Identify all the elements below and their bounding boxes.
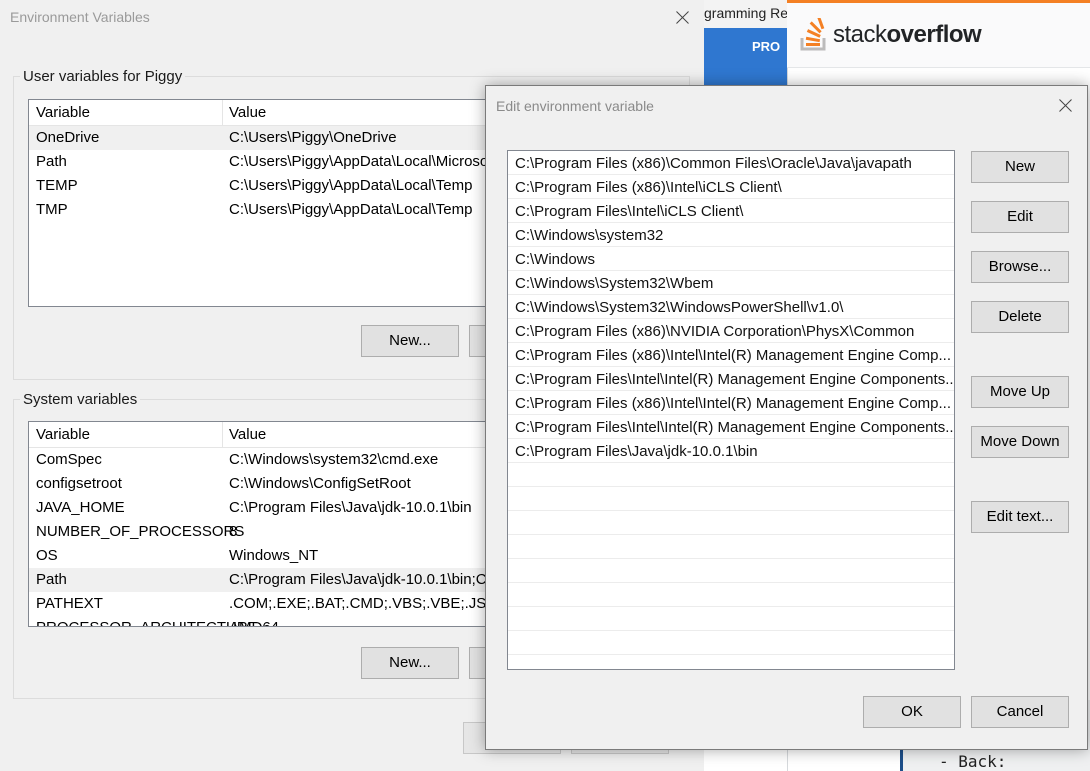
list-item[interactable]: C:\Program Files (x86)\Intel\Intel(R) Ma… bbox=[508, 343, 954, 367]
variable-name: TMP bbox=[36, 201, 68, 218]
column-divider[interactable] bbox=[222, 422, 223, 448]
list-item[interactable]: C:\Windows\System32\WindowsPowerShell\v1… bbox=[508, 295, 954, 319]
list-item[interactable]: C:\Windows\system32 bbox=[508, 223, 954, 247]
column-divider[interactable] bbox=[222, 100, 223, 126]
variable-value: C:\Program Files\Java\jdk-10.0.1\bin bbox=[229, 499, 472, 516]
column-header-variable[interactable]: Variable bbox=[36, 104, 90, 121]
user-variables-label: User variables for Piggy bbox=[20, 68, 186, 85]
variable-value: C:\Users\Piggy\AppData\Local\Temp bbox=[229, 177, 473, 194]
variable-name: configsetroot bbox=[36, 475, 122, 492]
move-down-button[interactable]: Move Down bbox=[971, 426, 1069, 458]
course-tab[interactable]: gramming Re PRO bbox=[704, 0, 787, 90]
stackoverflow-logo-icon bbox=[800, 18, 826, 51]
stackoverflow-logo[interactable]: stack overflow bbox=[799, 17, 982, 53]
variable-name: PATHEXT bbox=[36, 595, 103, 612]
cancel-button[interactable]: Cancel bbox=[971, 696, 1069, 728]
list-item[interactable]: C:\Program Files\Intel\Intel(R) Manageme… bbox=[508, 367, 954, 391]
variable-name: Path bbox=[36, 153, 67, 170]
empty-list-item[interactable] bbox=[508, 559, 954, 583]
edit-environment-variable-dialog: Edit environment variable C:\Program Fil… bbox=[485, 85, 1088, 750]
list-item[interactable]: C:\Program Files (x86)\Intel\iCLS Client… bbox=[508, 175, 954, 199]
logo-overflow-text: overflow bbox=[886, 21, 982, 48]
dialog-title: Edit environment variable bbox=[496, 98, 654, 114]
list-item[interactable]: C:\Program Files\Intel\Intel(R) Manageme… bbox=[508, 415, 954, 439]
list-item[interactable]: C:\Program Files (x86)\Intel\Intel(R) Ma… bbox=[508, 391, 954, 415]
browse-button[interactable]: Browse... bbox=[971, 251, 1069, 283]
empty-list-item[interactable] bbox=[508, 535, 954, 559]
variable-name: PROCESSOR_ARCHITECTURE bbox=[36, 619, 258, 626]
variable-value: C:\Users\Piggy\OneDrive bbox=[229, 129, 397, 146]
new-button[interactable]: New bbox=[971, 151, 1069, 183]
system-new-button[interactable]: New... bbox=[361, 647, 459, 679]
close-icon[interactable] bbox=[673, 8, 693, 28]
list-item[interactable]: C:\Program Files\Intel\iCLS Client\ bbox=[508, 199, 954, 223]
variable-value: C:\Users\Piggy\AppData\Local\Temp bbox=[229, 201, 473, 218]
ok-button[interactable]: OK bbox=[863, 696, 961, 728]
variable-value: C:\Windows\ConfigSetRoot bbox=[229, 475, 411, 492]
variable-name: NUMBER_OF_PROCESSORS bbox=[36, 523, 245, 540]
column-header-variable[interactable]: Variable bbox=[36, 426, 90, 443]
path-list[interactable]: C:\Program Files (x86)\Common Files\Orac… bbox=[507, 150, 955, 670]
variable-name: OneDrive bbox=[36, 129, 100, 146]
list-item[interactable]: C:\Program Files\Java\jdk-10.0.1\bin bbox=[508, 439, 954, 463]
empty-list-item[interactable] bbox=[508, 487, 954, 511]
empty-list-item[interactable] bbox=[508, 631, 954, 655]
list-item[interactable]: C:\Windows bbox=[508, 247, 954, 271]
variable-name: TEMP bbox=[36, 177, 78, 194]
close-icon[interactable] bbox=[1056, 96, 1076, 116]
stackoverflow-header: stack overflow bbox=[787, 0, 1090, 68]
column-header-value[interactable]: Value bbox=[229, 104, 266, 121]
pro-badge: PRO bbox=[752, 39, 781, 54]
empty-list-item[interactable] bbox=[508, 463, 954, 487]
variable-value: C:\Program Files\Java\jdk-10.0.1\bin;C:\ bbox=[229, 571, 495, 588]
variable-value: 8 bbox=[229, 523, 238, 540]
empty-list-item[interactable] bbox=[508, 583, 954, 607]
variable-value: C:\Windows\system32\cmd.exe bbox=[229, 451, 439, 468]
column-header-value[interactable]: Value bbox=[229, 426, 266, 443]
delete-button[interactable]: Delete bbox=[971, 301, 1069, 333]
move-up-button[interactable]: Move Up bbox=[971, 376, 1069, 408]
variable-name: JAVA_HOME bbox=[36, 499, 125, 516]
list-item[interactable]: C:\Program Files (x86)\Common Files\Orac… bbox=[508, 151, 954, 175]
system-variables-label: System variables bbox=[20, 391, 141, 408]
variable-name: ComSpec bbox=[36, 451, 102, 468]
edit-text-button[interactable]: Edit text... bbox=[971, 501, 1069, 533]
user-new-button[interactable]: New... bbox=[361, 325, 459, 357]
empty-list-item[interactable] bbox=[508, 607, 954, 631]
code-text: - Back: bbox=[939, 752, 1007, 771]
variable-value: Windows_NT bbox=[229, 547, 319, 564]
logo-stack-text: stack bbox=[833, 21, 887, 48]
variable-value: C:\Users\Piggy\AppData\Local\Microsoft bbox=[229, 153, 497, 170]
variable-value: AMD64 bbox=[229, 619, 279, 626]
list-item[interactable]: C:\Program Files (x86)\NVIDIA Corporatio… bbox=[508, 319, 954, 343]
browser-tab-title[interactable]: gramming Re bbox=[704, 0, 787, 28]
variable-name: Path bbox=[36, 571, 67, 588]
variable-name: OS bbox=[36, 547, 58, 564]
list-item[interactable]: C:\Windows\System32\Wbem bbox=[508, 271, 954, 295]
edit-button[interactable]: Edit bbox=[971, 201, 1069, 233]
empty-list-item[interactable] bbox=[508, 511, 954, 535]
window-title: Environment Variables bbox=[10, 9, 150, 25]
